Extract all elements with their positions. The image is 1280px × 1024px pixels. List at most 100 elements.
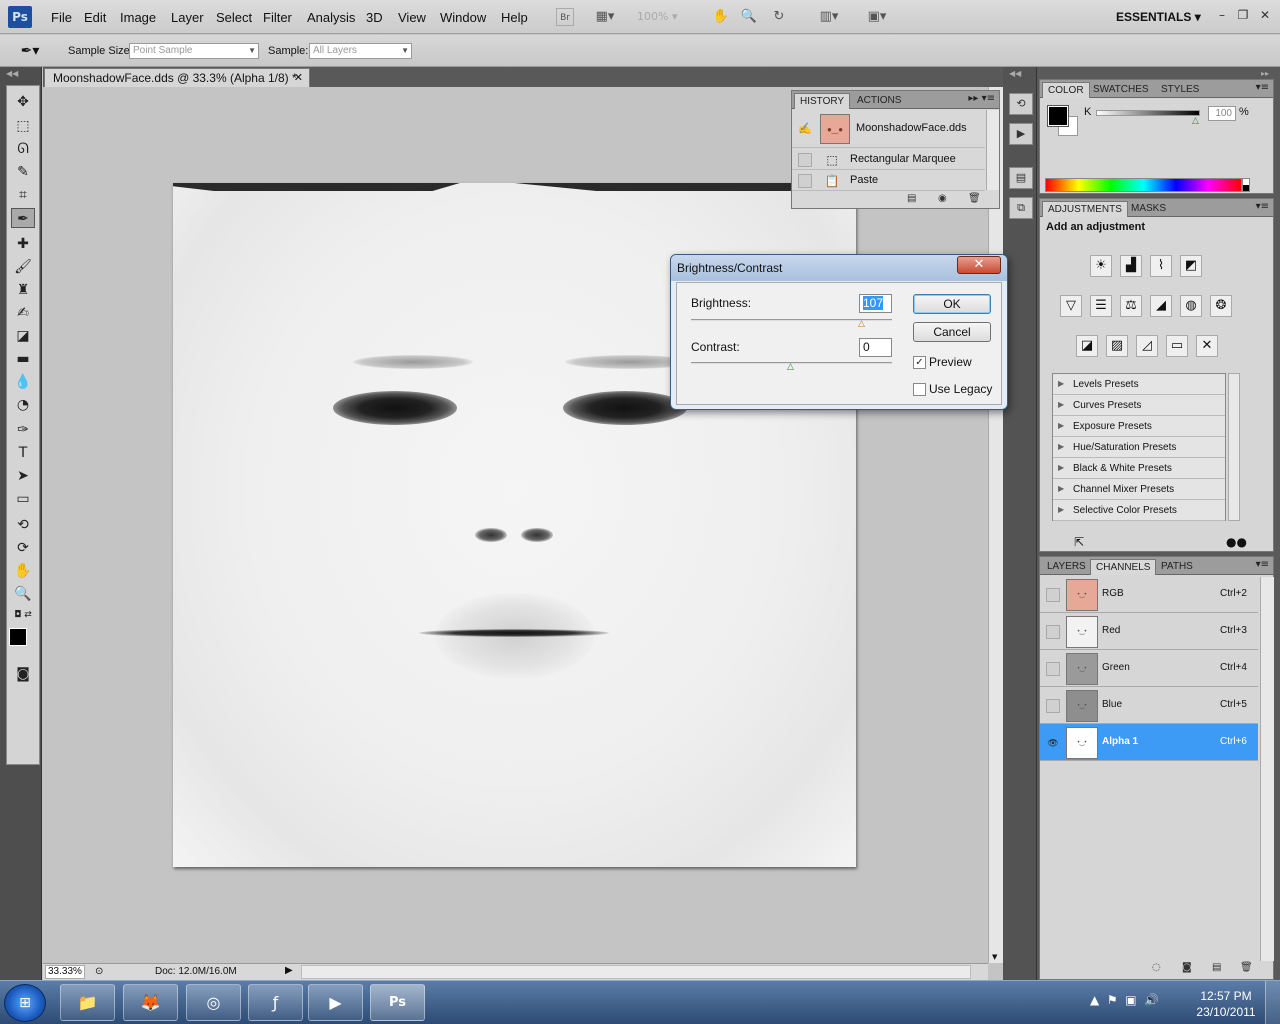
list-item[interactable]: ▶ Levels Presets (1053, 374, 1225, 395)
gradient-map-icon[interactable]: ▭ (1166, 335, 1188, 357)
presets-scrollbar[interactable] (1228, 373, 1240, 521)
collapse-dock-icon[interactable]: ▸▸ (1261, 69, 1269, 78)
table-row[interactable]: •‿• Blue Ctrl+5 (1040, 687, 1258, 724)
menu-select[interactable]: Select (216, 10, 252, 25)
actions-panel-icon[interactable]: ▶ (1009, 123, 1033, 145)
bridge-icon[interactable]: Br (556, 8, 574, 26)
screen-mode-icon[interactable]: ▣▾ (860, 8, 894, 26)
history-snapshot-row[interactable]: ✍ ●‿● MoonshadowFace.dds (792, 110, 985, 148)
crop-tool-icon[interactable]: ⌗ (11, 185, 35, 205)
tab-adjustments[interactable]: ADJUSTMENTS (1042, 201, 1128, 217)
blur-tool-icon[interactable]: 💧 (11, 372, 35, 392)
pen-tool-icon[interactable]: ✑ (11, 420, 35, 440)
swap-colors-icon[interactable]: ◘ ⇄ (11, 608, 35, 622)
list-item[interactable]: ▶ Selective Color Presets (1053, 500, 1225, 521)
list-item[interactable]: ▶ Hue/Saturation Presets (1053, 437, 1225, 458)
menu-layer[interactable]: Layer (171, 10, 204, 25)
tab-swatches[interactable]: SWATCHES (1088, 82, 1154, 98)
eye-icon[interactable]: 👁 (1046, 736, 1060, 750)
brightness-icon[interactable]: ☀ (1090, 255, 1112, 277)
menu-window[interactable]: Window (440, 10, 486, 25)
menu-help[interactable]: Help (501, 10, 528, 25)
media-player-taskbar-icon[interactable]: ▶ (308, 984, 363, 1021)
menu-image[interactable]: Image (120, 10, 156, 25)
tab-layers[interactable]: LAYERS (1042, 559, 1091, 575)
path-select-tool-icon[interactable]: ➤ (11, 466, 35, 486)
return-to-adjustment-list-icon[interactable]: ⇱ (1074, 535, 1084, 549)
list-item[interactable]: ▶ Exposure Presets (1053, 416, 1225, 437)
new-snapshot-icon[interactable]: ◉ (938, 193, 947, 204)
history-step-row[interactable]: ⬚ Rectangular Marquee (792, 150, 985, 170)
invert-icon[interactable]: ◪ (1076, 335, 1098, 357)
black-white-icon[interactable]: ◢ (1150, 295, 1172, 317)
dodge-tool-icon[interactable]: ◔ (11, 395, 35, 415)
tab-color[interactable]: COLOR (1042, 82, 1090, 98)
levels-icon[interactable]: ▟ (1120, 255, 1142, 277)
gradient-tool-icon[interactable]: ▬ (11, 349, 35, 369)
menu-file[interactable]: File (51, 10, 72, 25)
new-document-from-state-icon[interactable]: ▤ (907, 193, 916, 204)
clip-to-layer-icon[interactable]: ●● (1226, 535, 1247, 549)
eyedropper-tool-icon[interactable]: ✒ (11, 208, 35, 228)
lasso-tool-icon[interactable]: ᘏ (11, 139, 35, 159)
panel-menu-icon[interactable]: ▾≡ (1256, 559, 1269, 570)
color-spectrum-ramp[interactable] (1045, 178, 1242, 192)
show-desktop-button[interactable] (1265, 981, 1280, 1024)
table-row[interactable]: •‿• Green Ctrl+4 (1040, 650, 1258, 687)
table-row[interactable]: 👁 •‿• Alpha 1 Ctrl+6 (1040, 724, 1258, 761)
color-balance-icon[interactable]: ⚖ (1120, 295, 1142, 317)
sample-layers-dropdown[interactable]: All Layers ▼ (309, 43, 412, 59)
brush-tool-icon[interactable]: 🖌 (11, 257, 35, 277)
notes-panel-icon[interactable]: ▤ (1009, 167, 1033, 189)
view-extras-icon[interactable]: ▦▾ (590, 8, 620, 26)
menu-3d[interactable]: 3D (366, 10, 383, 25)
history-source-box[interactable] (798, 153, 812, 167)
visibility-toggle[interactable] (1046, 625, 1060, 639)
restore-icon[interactable]: ❐ (1235, 8, 1251, 22)
brightness-input[interactable]: 107 (859, 294, 892, 313)
save-selection-icon[interactable]: ◙ (1182, 962, 1192, 973)
messenger-taskbar-icon[interactable]: ◎ (186, 984, 241, 1021)
firefox-taskbar-icon[interactable]: 🦊 (123, 984, 178, 1021)
vertical-scrollbar[interactable]: ▲ ▼ (988, 87, 1003, 963)
history-brush-tool-icon[interactable]: ✍ (11, 303, 35, 323)
contrast-slider-thumb[interactable]: △ (787, 362, 794, 372)
menu-view[interactable]: View (398, 10, 426, 25)
clone-source-panel-icon[interactable]: ⧉ (1009, 197, 1033, 219)
trash-icon[interactable]: 🗑 (968, 193, 981, 204)
k-slider-thumb[interactable]: △ (1192, 116, 1199, 126)
foreground-color-swatch[interactable] (1047, 105, 1069, 127)
eyedropper-preset-icon[interactable]: ✒▾ (10, 40, 50, 62)
hand-tool-icon[interactable]: ✋ (712, 8, 730, 26)
scroll-down-icon[interactable]: ▼ (992, 953, 997, 961)
channel-mixer-icon[interactable]: ❂ (1210, 295, 1232, 317)
preview-checkbox[interactable]: ✓ (913, 356, 926, 369)
3d-orbit-tool-icon[interactable]: ⟳ (11, 538, 35, 558)
curves-icon[interactable]: ⌇ (1150, 255, 1172, 277)
clock-date[interactable]: 23/10/2011 (1196, 1005, 1256, 1019)
zoom-tool-icon[interactable]: 🔍 (740, 8, 758, 26)
brightness-slider-thumb[interactable]: △ (858, 319, 865, 329)
zoom-level-dropdown[interactable]: 100% ▾ (637, 9, 689, 25)
menu-filter[interactable]: Filter (263, 10, 292, 25)
history-source-box[interactable] (798, 174, 812, 188)
move-tool-icon[interactable]: ✥ (11, 92, 35, 112)
close-icon[interactable]: ✕ (294, 72, 303, 85)
dialog-close-button[interactable]: ✕ (957, 256, 1001, 274)
use-legacy-checkbox[interactable] (913, 383, 926, 396)
arrange-documents-icon[interactable]: ▥▾ (812, 8, 846, 26)
trash-icon[interactable]: 🗑 (1240, 962, 1253, 973)
status-menu-icon[interactable]: ⊙ (95, 966, 103, 977)
threshold-icon[interactable]: ◿ (1136, 335, 1158, 357)
zoom-status-field[interactable]: 33.33% (45, 965, 85, 979)
cancel-button[interactable]: Cancel (913, 322, 991, 342)
ok-button[interactable]: OK (913, 294, 991, 314)
tab-masks[interactable]: MASKS (1126, 201, 1171, 217)
black-white-ramp[interactable] (1242, 178, 1250, 192)
healing-brush-tool-icon[interactable]: ✚ (11, 234, 35, 254)
collapse-icon[interactable]: ◀◀ (6, 69, 18, 78)
load-selection-icon[interactable]: ◌ (1152, 962, 1161, 973)
quick-select-tool-icon[interactable]: ✎ (11, 162, 35, 182)
clock-time[interactable]: 12:57 PM (1196, 989, 1256, 1003)
tab-channels[interactable]: CHANNELS (1090, 559, 1157, 575)
